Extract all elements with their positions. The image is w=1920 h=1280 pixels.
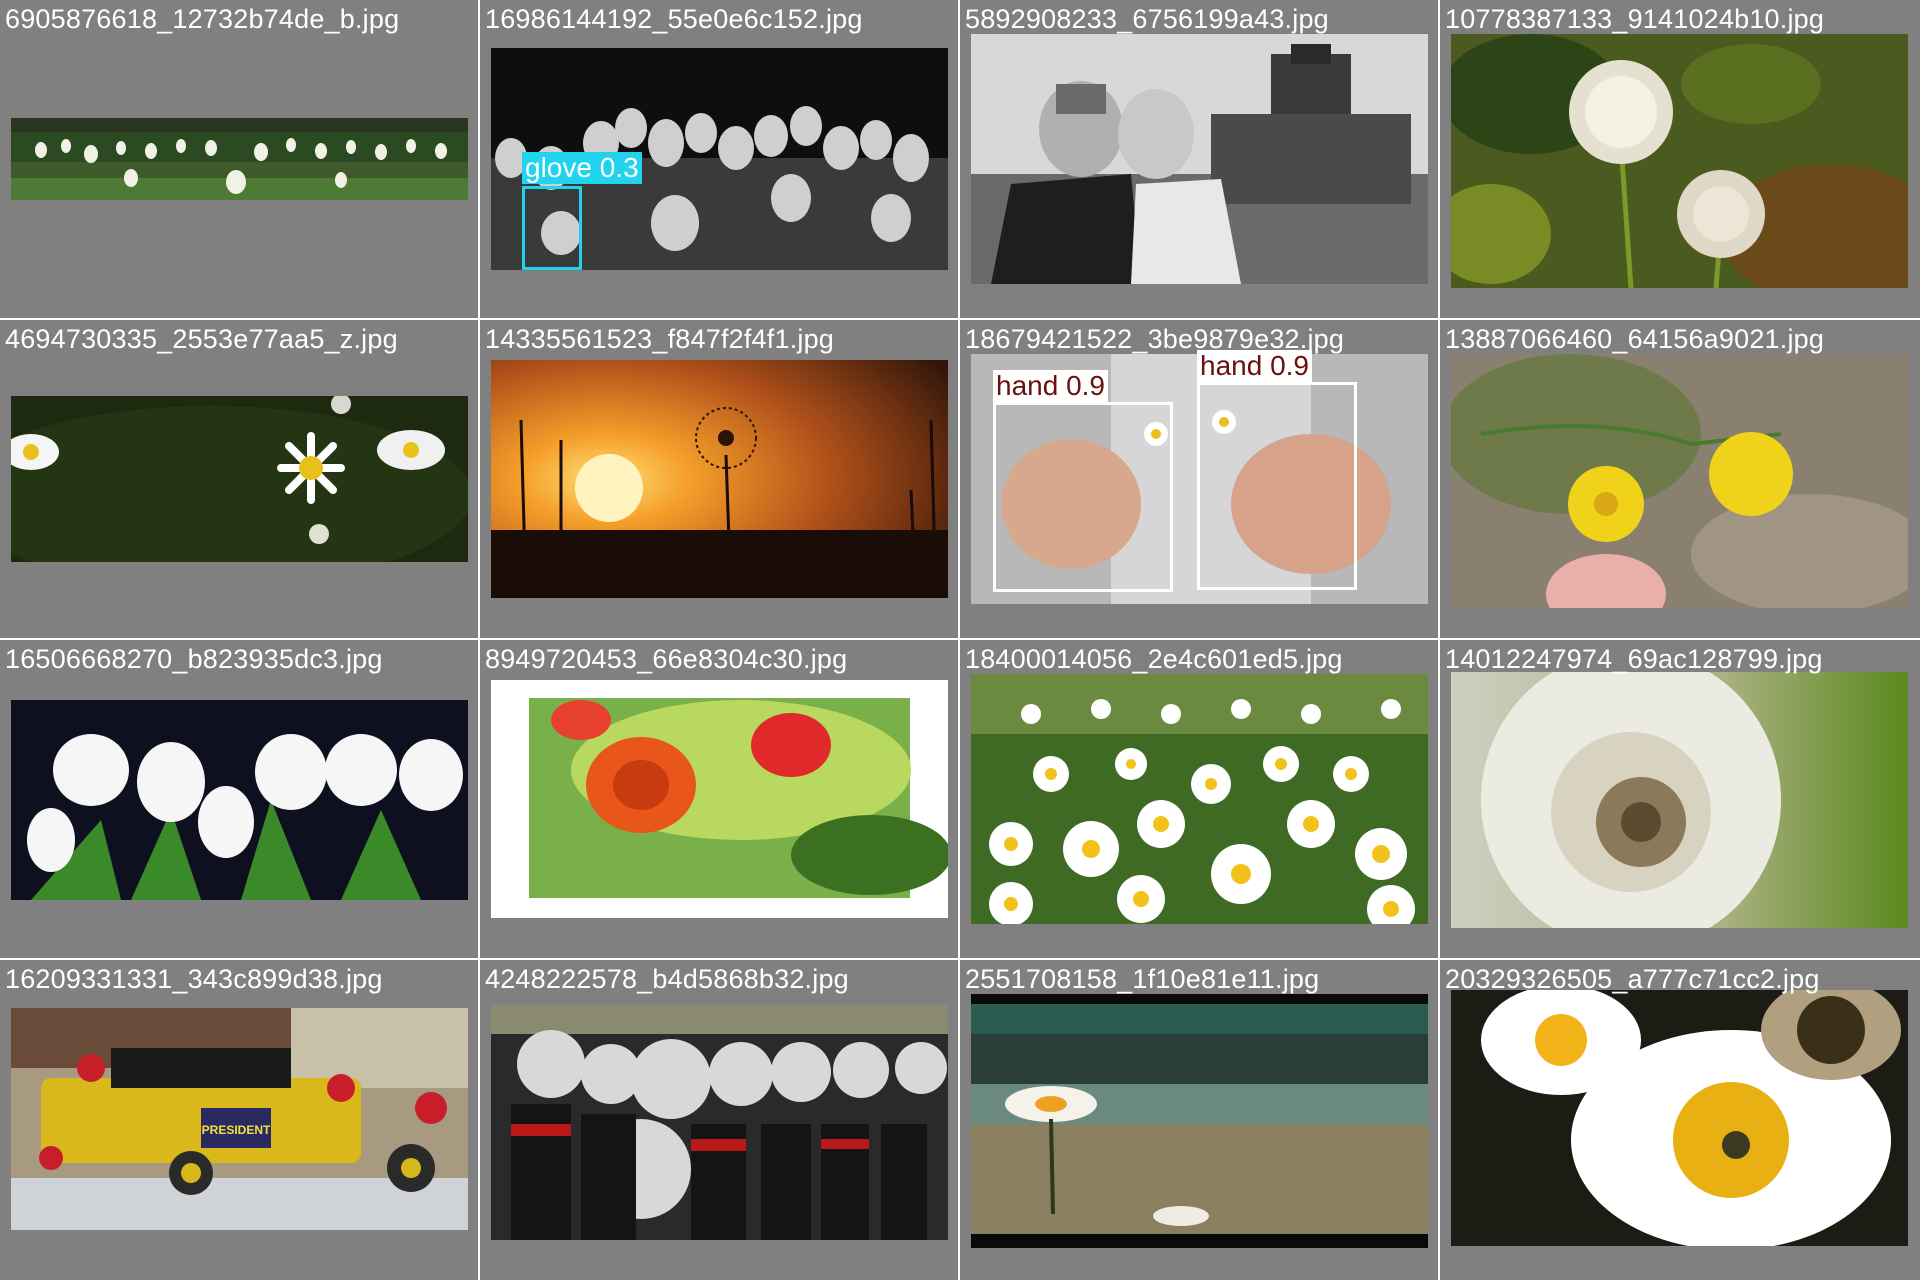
cell-photo: [1451, 990, 1908, 1246]
grid-cell-4[interactable]: 10778387133_9141024b10.jpg: [1440, 0, 1920, 318]
cell-photo: [11, 396, 468, 562]
cell-photo: [491, 1004, 948, 1240]
cell-photo: [491, 680, 948, 918]
grid-cell-1[interactable]: 6905876618_12732b74de_b.jpg: [0, 0, 478, 318]
grid-cell-11[interactable]: 18400014056_2e4c601ed5.jpg: [960, 640, 1438, 958]
cell-filename: 16986144192_55e0e6c152.jpg: [485, 4, 863, 34]
grid-cell-12[interactable]: 14012247974_69ac128799.jpg: [1440, 640, 1920, 958]
detection-box-glove: [522, 186, 582, 270]
detection-label-hand-2: hand 0.9: [1197, 350, 1312, 382]
grid-cell-14[interactable]: 4248222578_b4d5868b32.jpg: [480, 960, 958, 1280]
grid-cell-16[interactable]: 20329326505_a777c71cc2.jpg: [1440, 960, 1920, 1280]
cell-photo: [11, 118, 468, 200]
cell-photo: [971, 994, 1428, 1248]
cell-filename: 16209331331_343c899d38.jpg: [5, 964, 383, 994]
cell-filename: 10778387133_9141024b10.jpg: [1445, 4, 1825, 34]
cell-photo: PRESIDENT: [11, 1008, 468, 1230]
cell-filename: 18400014056_2e4c601ed5.jpg: [965, 644, 1343, 674]
cell-filename: 16506668270_b823935dc3.jpg: [5, 644, 383, 674]
cell-photo: [1451, 672, 1908, 928]
parade-sign-text: PRESIDENT: [202, 1123, 271, 1137]
detection-box-hand-2: [1197, 382, 1357, 590]
grid-cell-6[interactable]: 14335561523_f847f2f4f1.jpg: [480, 320, 958, 638]
detection-box-hand-1: [993, 402, 1173, 592]
grid-cell-2[interactable]: 16986144192_55e0e6c152.jpg glove 0.3: [480, 0, 958, 318]
cell-filename: 2551708158_1f10e81e11.jpg: [965, 964, 1320, 994]
grid-cell-3[interactable]: 5892908233_6756199a43.jpg: [960, 0, 1438, 318]
cell-filename: 5892908233_6756199a43.jpg: [965, 4, 1329, 34]
cell-filename: 4694730335_2553e77aa5_z.jpg: [5, 324, 398, 354]
cell-photo: [1451, 354, 1908, 608]
grid-cell-7[interactable]: 18679421522_3be9879e32.jpg hand 0.9 hand…: [960, 320, 1438, 638]
grid-cell-10[interactable]: 8949720453_66e8304c30.jpg: [480, 640, 958, 958]
cell-filename: 14335561523_f847f2f4f1.jpg: [485, 324, 835, 354]
grid-cell-5[interactable]: 4694730335_2553e77aa5_z.jpg: [0, 320, 478, 638]
cell-filename: 8949720453_66e8304c30.jpg: [485, 644, 848, 674]
grid-cell-9[interactable]: 16506668270_b823935dc3.jpg: [0, 640, 478, 958]
grid-cell-15[interactable]: 2551708158_1f10e81e11.jpg: [960, 960, 1438, 1280]
detection-label-glove: glove 0.3: [522, 152, 642, 184]
cell-photo: [971, 674, 1428, 924]
cell-filename: 20329326505_a777c71cc2.jpg: [1445, 964, 1820, 994]
detection-label-hand-1: hand 0.9: [993, 370, 1108, 402]
cell-filename: 13887066460_64156a9021.jpg: [1445, 324, 1825, 354]
cell-filename: 6905876618_12732b74de_b.jpg: [5, 4, 400, 34]
cell-filename: 14012247974_69ac128799.jpg: [1445, 644, 1823, 674]
cell-photo: [491, 360, 948, 598]
grid-cell-8[interactable]: 13887066460_64156a9021.jpg: [1440, 320, 1920, 638]
grid-cell-13[interactable]: 16209331331_343c899d38.jpg PRESIDENT: [0, 960, 478, 1280]
cell-photo: [1451, 34, 1908, 288]
cell-photo: [971, 34, 1428, 284]
cell-photo: [11, 700, 468, 900]
cell-filename: 4248222578_b4d5868b32.jpg: [485, 964, 849, 994]
